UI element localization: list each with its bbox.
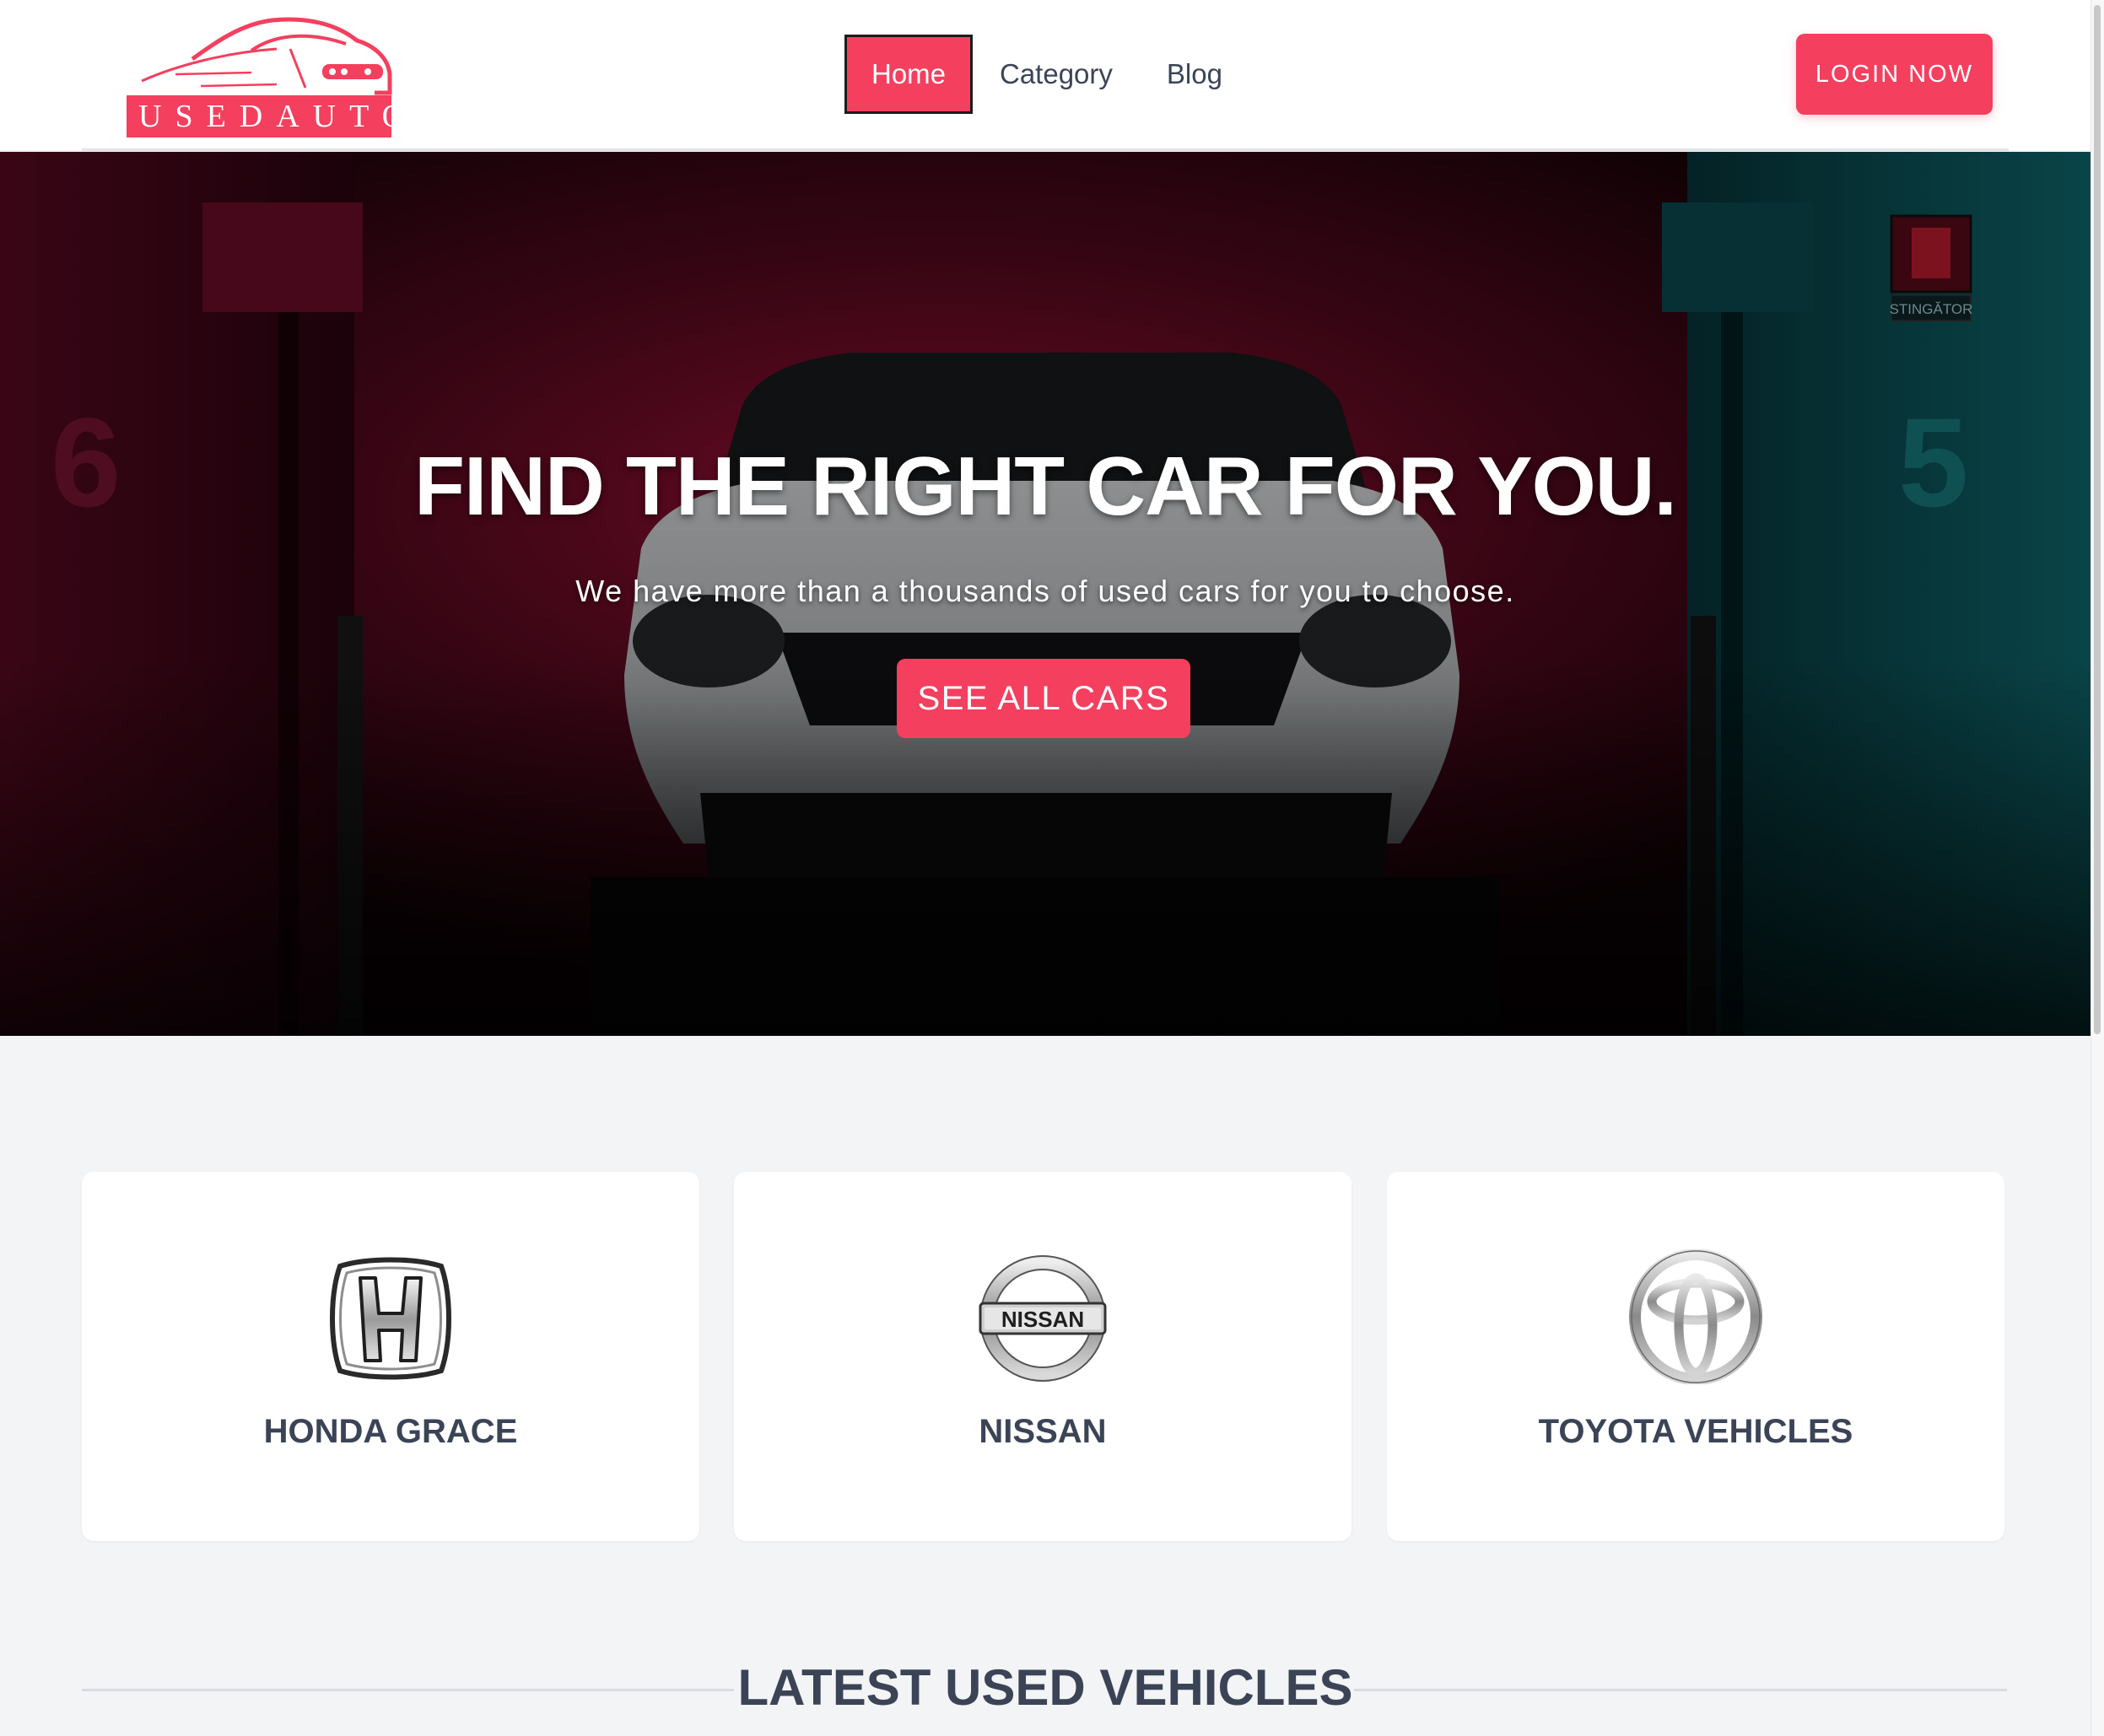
nissan-logo-icon: NISSAN xyxy=(979,1255,1107,1382)
hero-banner: 6 STINGĂTOR 5 FIND THE RIGHT CAR FOR YOU… xyxy=(0,152,2091,1036)
hero-title: FIND THE RIGHT CAR FOR YOU. xyxy=(414,439,1677,532)
nissan-badge-text: NISSAN xyxy=(1001,1307,1084,1332)
hero-subtitle: We have more than a thousands of used ca… xyxy=(575,574,1515,608)
see-all-cars-button[interactable]: SEE ALL CARS xyxy=(897,659,1190,738)
brand-card-nissan[interactable]: NISSAN NISSAN xyxy=(734,1172,1351,1541)
header-divider xyxy=(82,148,2009,151)
brand-card-toyota[interactable]: TOYOTA VEHICLES xyxy=(1387,1172,2004,1541)
car-silhouette-icon xyxy=(141,17,392,95)
toyota-logo-icon xyxy=(1629,1249,1762,1384)
site-logo[interactable]: USEDAUTO xyxy=(125,15,393,137)
scrollbar-thumb[interactable] xyxy=(2094,5,2101,1034)
brand-name: NISSAN xyxy=(979,1413,1107,1450)
logo-wordmark: USEDAUTO xyxy=(127,95,391,137)
main-nav: Home Category Blog xyxy=(844,33,1249,116)
nav-home[interactable]: Home xyxy=(844,35,973,114)
brand-name: HONDA GRACE xyxy=(263,1413,518,1450)
nav-category[interactable]: Category xyxy=(973,35,1140,114)
honda-logo-icon xyxy=(330,1257,451,1380)
latest-vehicles-heading: LATEST USED VEHICLES xyxy=(737,1659,1353,1716)
nav-blog[interactable]: Blog xyxy=(1140,35,1249,114)
brand-name: TOYOTA VEHICLES xyxy=(1538,1413,1853,1450)
site-header: USEDAUTO Home Category Blog LOGIN NOW xyxy=(0,0,2091,151)
brand-card-honda[interactable]: HONDA GRACE xyxy=(82,1172,699,1541)
login-button[interactable]: LOGIN NOW xyxy=(1796,34,1993,115)
